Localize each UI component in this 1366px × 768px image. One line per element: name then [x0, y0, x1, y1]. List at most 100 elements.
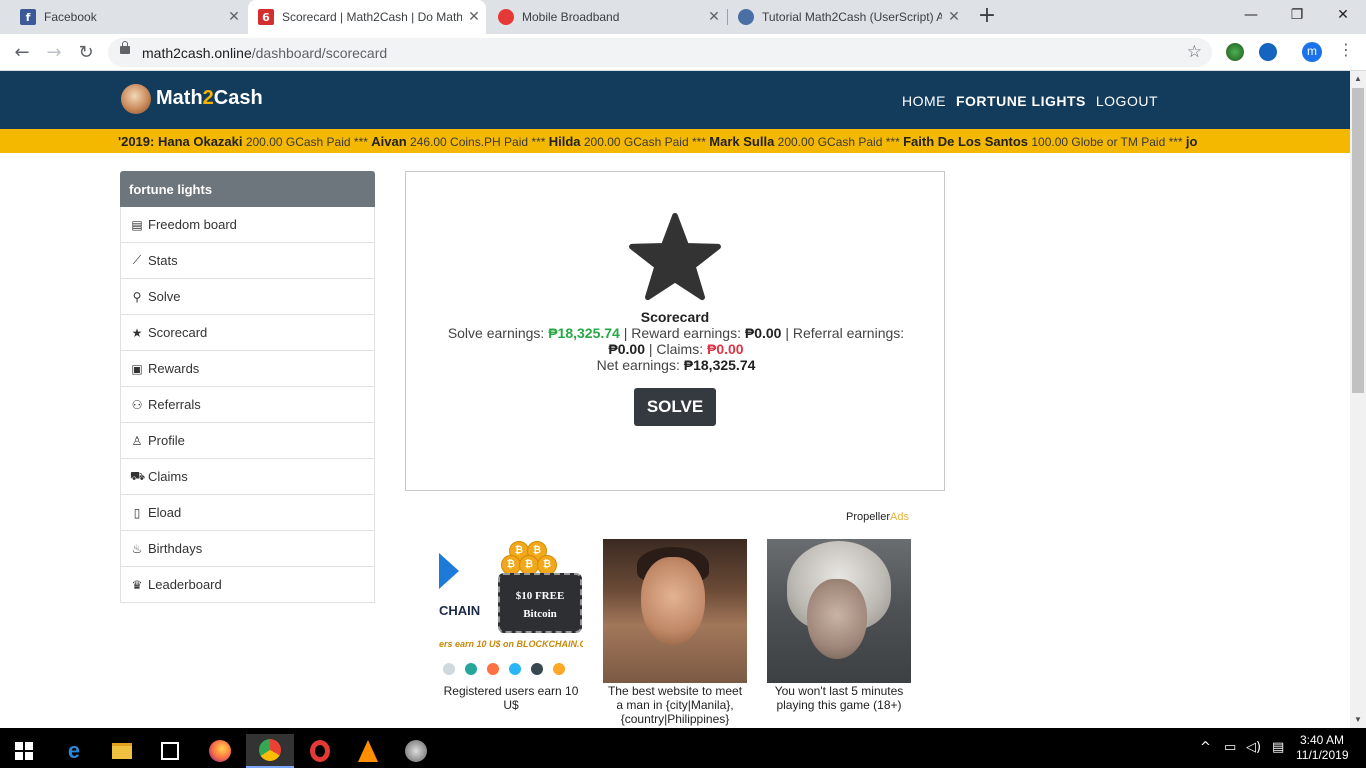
- tab-title: Tutorial Math2Cash (UserScript) A: [762, 10, 942, 24]
- net-earnings-value: ₱18,325.74: [683, 357, 756, 373]
- ad-blockchain[interactable]: CHAIN ₿ ₿ ₿ ₿ ₿ $10 FREE Bitcoin ers earn…: [439, 539, 583, 712]
- tab-facebook[interactable]: f Facebook ✕: [0, 0, 246, 34]
- close-tab-icon[interactable]: ✕: [942, 9, 966, 25]
- browser-menu-icon[interactable]: ⋮: [1338, 40, 1354, 59]
- ad-image[interactable]: [767, 539, 911, 683]
- sidebar-item-label: Scorecard: [148, 325, 208, 340]
- earnings-line: Solve earnings: ₱18,325.74 | Reward earn…: [447, 325, 905, 341]
- referral-earnings-value: ₱0.00: [608, 341, 645, 357]
- reload-icon[interactable]: ↻: [72, 39, 100, 67]
- sidebar-item-label: Claims: [148, 469, 188, 484]
- ad-image[interactable]: [603, 539, 747, 683]
- sidebar-item-referrals[interactable]: ⚇ Referrals: [120, 387, 375, 423]
- blockchain-logo-icon: [439, 553, 459, 589]
- solve-button[interactable]: SOLVE: [634, 388, 716, 426]
- sidebar-item-label: Referrals: [148, 397, 201, 412]
- opera-icon[interactable]: [296, 734, 344, 768]
- firefox-icon[interactable]: [196, 734, 244, 768]
- ad-dating[interactable]: The best website to meet a man in {city|…: [603, 539, 747, 726]
- vlc-icon[interactable]: [344, 734, 392, 768]
- system-clock[interactable]: 3:40 AM 11/1/2019: [1296, 733, 1349, 763]
- ad-game[interactable]: You won't last 5 minutes playing this ga…: [767, 539, 911, 712]
- page-scrollbar[interactable]: ▲ ▼: [1350, 71, 1366, 728]
- volume-icon[interactable]: ◁): [1246, 740, 1261, 755]
- tab-title: Facebook: [44, 10, 97, 24]
- app-disc-icon[interactable]: [392, 734, 440, 768]
- ad-image[interactable]: CHAIN ₿ ₿ ₿ ₿ ₿ $10 FREE Bitcoin ers earn…: [439, 539, 583, 683]
- extension-search-icon[interactable]: [1259, 43, 1277, 61]
- close-window-icon[interactable]: ✕: [1320, 0, 1366, 30]
- sidebar-item-scorecard[interactable]: ★ Scorecard: [120, 315, 375, 351]
- top-navigation: HOME FORTUNE LIGHTS LOGOUT: [902, 93, 1158, 109]
- wallet-icon: $10 FREE Bitcoin: [498, 573, 582, 633]
- close-tab-icon[interactable]: ✕: [702, 9, 726, 25]
- users-icon: ⚇: [131, 397, 143, 412]
- close-tab-icon[interactable]: ✕: [462, 9, 486, 25]
- ad-earn-text: ers earn 10 U$ on BLOCKCHAIN.COM: [439, 639, 583, 649]
- scorecard-title: Scorecard: [640, 309, 710, 325]
- claims-line: ₱0.00 | Claims: ₱0.00: [608, 341, 744, 357]
- sidebar-item-eload[interactable]: ▯ Eload: [120, 495, 375, 531]
- site-logo[interactable]: Math2Cash: [156, 87, 263, 110]
- address-bar[interactable]: math2cash.online/dashboard/scorecard ☆: [108, 38, 1212, 67]
- tab-title: Scorecard | Math2Cash | Do Math: [282, 10, 462, 24]
- store-icon[interactable]: [146, 734, 194, 768]
- windows-start-icon[interactable]: [0, 734, 48, 768]
- scorecard-card: Scorecard Solve earnings: ₱18,325.74 | R…: [405, 171, 945, 491]
- birthday-cake-icon: ♨: [131, 541, 143, 556]
- ad-caption[interactable]: Registered users earn 10 U$: [439, 684, 583, 712]
- sidebar-item-leaderboard[interactable]: ♛ Leaderboard: [120, 567, 375, 603]
- ad-caption[interactable]: The best website to meet a man in {city|…: [603, 684, 747, 726]
- extension-globe-icon[interactable]: [1226, 43, 1244, 61]
- tab-title: Mobile Broadband: [522, 10, 620, 24]
- sidebar-item-solve[interactable]: ⚲ Solve: [120, 279, 375, 315]
- restore-icon[interactable]: ❐: [1274, 0, 1320, 30]
- ad-photo-face: [807, 579, 867, 659]
- tutorial-favicon-icon: [738, 9, 754, 25]
- ad-caption[interactable]: You won't last 5 minutes playing this ga…: [767, 684, 911, 712]
- cart-icon: ⛟: [130, 468, 146, 483]
- ad-chain-text: CHAIN: [439, 603, 481, 618]
- chrome-icon[interactable]: [246, 734, 294, 768]
- mobile-phone-icon: ▯: [133, 505, 141, 520]
- scroll-thumb[interactable]: [1352, 88, 1364, 393]
- tab-tutorial[interactable]: Tutorial Math2Cash (UserScript) A ✕: [728, 0, 966, 34]
- nav-home[interactable]: HOME: [902, 93, 946, 109]
- logo-avatar[interactable]: [121, 84, 151, 114]
- sidebar-item-profile[interactable]: ♙ Profile: [120, 423, 375, 459]
- close-tab-icon[interactable]: ✕: [222, 9, 246, 25]
- bookmark-star-icon[interactable]: ☆: [1187, 42, 1202, 62]
- sidebar-item-claims[interactable]: ⛟ Claims: [120, 459, 375, 495]
- tray-chevron-icon[interactable]: ^: [1200, 740, 1211, 755]
- back-arrow-icon[interactable]: ←: [8, 39, 36, 67]
- chain-link-icon: ⚲: [132, 289, 142, 304]
- propeller-ads-logo[interactable]: PropellerAds: [846, 511, 909, 523]
- new-tab-icon[interactable]: +: [976, 5, 998, 29]
- sidebar-item-birthdays[interactable]: ♨ Birthdays: [120, 531, 375, 567]
- scroll-up-icon[interactable]: ▲: [1350, 71, 1366, 87]
- edge-icon[interactable]: e: [50, 734, 98, 768]
- file-explorer-icon[interactable]: [98, 734, 146, 768]
- tab-scorecard[interactable]: 6 Scorecard | Math2Cash | Do Math ✕: [248, 0, 486, 34]
- user-icon: ♙: [131, 433, 143, 448]
- sidebar-item-freedom-board[interactable]: ▤ Freedom board: [120, 207, 375, 243]
- nav-fortune-lights[interactable]: FORTUNE LIGHTS: [956, 93, 1086, 109]
- payout-ticker: '2019: Hana Okazaki 200.00 GCash Paid **…: [0, 129, 1350, 153]
- gift-icon: ▣: [131, 361, 143, 376]
- nav-logout[interactable]: LOGOUT: [1096, 93, 1158, 109]
- forward-arrow-icon[interactable]: →: [40, 39, 68, 67]
- solve-earnings-value: ₱18,325.74: [548, 325, 620, 341]
- scroll-down-icon[interactable]: ▼: [1350, 712, 1366, 728]
- sidebar-item-label: Eload: [148, 505, 182, 520]
- windows-taskbar: e ^ ▭ ◁) 3:40 AM 11/1/2019 ▤: [0, 728, 1366, 768]
- sidebar-item-rewards[interactable]: ▣ Rewards: [120, 351, 375, 387]
- minimize-icon[interactable]: —: [1228, 0, 1274, 30]
- notification-icon[interactable]: ▤: [1272, 740, 1284, 755]
- sidebar-item-stats[interactable]: ⟋ Stats: [120, 243, 375, 279]
- url-text: math2cash.online/dashboard/scorecard: [142, 45, 388, 61]
- tab-mobile-broadband[interactable]: Mobile Broadband ✕: [488, 0, 726, 34]
- sidebar-item-label: Profile: [148, 433, 185, 448]
- network-icon[interactable]: ▭: [1224, 740, 1236, 755]
- sidebar-header: fortune lights: [120, 171, 375, 207]
- profile-avatar[interactable]: m: [1302, 42, 1322, 62]
